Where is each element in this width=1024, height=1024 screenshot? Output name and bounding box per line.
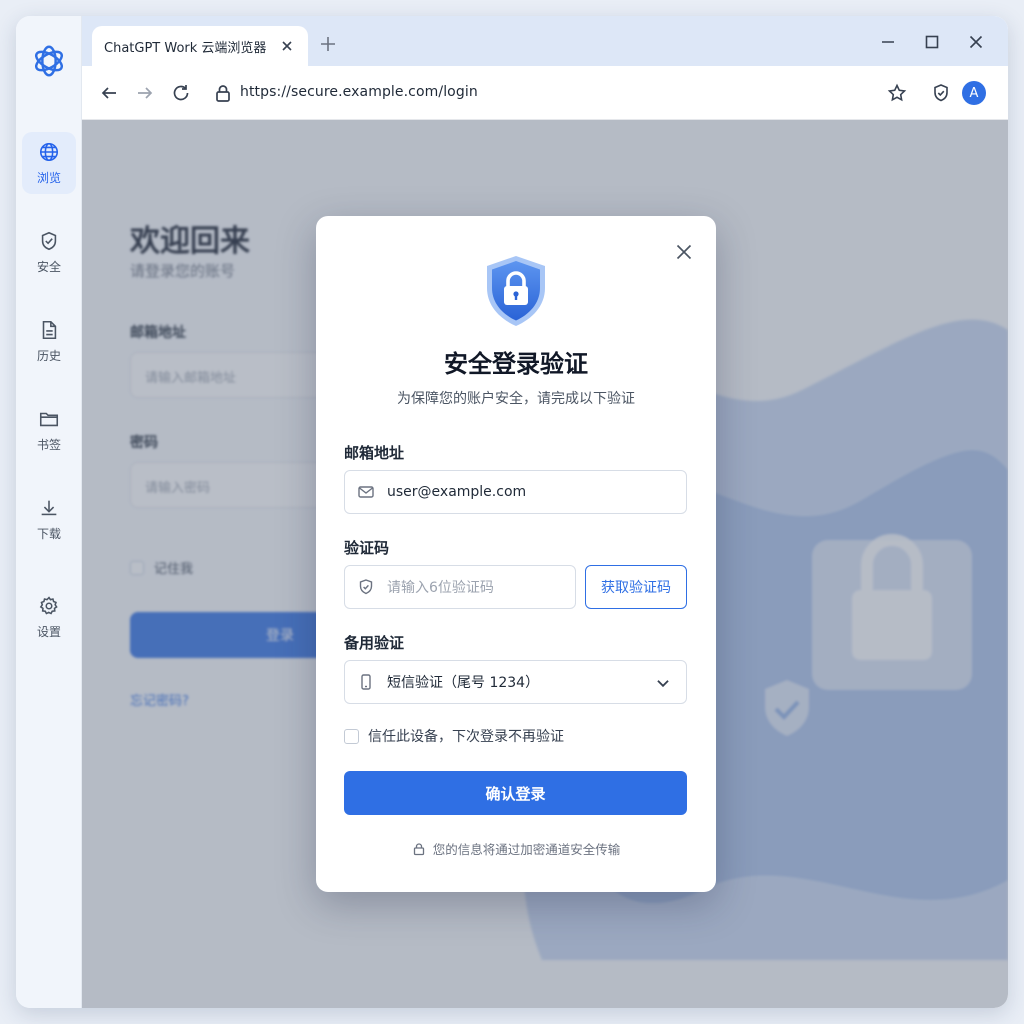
lock-icon: [216, 85, 230, 102]
globe-icon: [39, 142, 59, 161]
close-tab-icon[interactable]: [278, 37, 296, 55]
side-rail: 浏览 安全 历史 书签 下载 设置: [16, 16, 82, 1008]
rail-item-label: 书签: [36, 437, 61, 452]
verification-dialog: 安全登录验证 为保障您的账户安全，请完成以下验证 邮箱地址 user@examp…: [316, 216, 716, 892]
shield-lock-icon: [487, 256, 545, 326]
address-bar[interactable]: https://secure.example.com/login: [240, 84, 478, 100]
rail-item-label: 历史: [36, 348, 61, 363]
maximize-icon[interactable]: [922, 32, 942, 52]
checkbox-box: [344, 728, 359, 744]
shield-check-icon: [359, 579, 373, 595]
trust-device-label: 信任此设备，下次登录不再验证: [368, 729, 564, 745]
close-window-icon[interactable]: [966, 32, 986, 52]
document-icon: [42, 320, 57, 339]
forward-icon[interactable]: [134, 82, 156, 104]
mail-icon: [358, 486, 374, 498]
rail-item-security[interactable]: 安全: [22, 221, 76, 283]
rail-item-label: 下载: [36, 526, 61, 541]
back-icon[interactable]: [98, 82, 120, 104]
folder-icon: [39, 412, 59, 426]
avatar[interactable]: A: [962, 81, 986, 105]
code-placeholder: 请输入6位验证码: [387, 580, 494, 596]
rail-item-browse[interactable]: 浏览: [22, 132, 76, 194]
dialog-title: 安全登录验证: [444, 350, 588, 378]
lock-icon: [413, 842, 424, 855]
confirm-login-button[interactable]: 确认登录: [344, 771, 687, 815]
get-code-button[interactable]: 获取验证码: [585, 565, 687, 609]
close-icon[interactable]: [674, 242, 694, 262]
minimize-icon[interactable]: [878, 32, 898, 52]
rail-item-bookmarks[interactable]: 书签: [22, 399, 76, 461]
tab-active[interactable]: ChatGPT Work 云端浏览器: [92, 26, 308, 66]
secure-note: 您的信息将通过加密通道安全传输: [316, 839, 716, 858]
page-viewport: 欢迎回来 请登录您的账号 邮箱地址 请输入邮箱地址 密码 请输入密码 记住我 登…: [82, 120, 1008, 1008]
reload-icon[interactable]: [170, 82, 192, 104]
trust-device-checkbox[interactable]: 信任此设备，下次登录不再验证: [344, 726, 564, 746]
new-tab-icon[interactable]: [318, 34, 338, 54]
rail-item-history[interactable]: 历史: [22, 310, 76, 372]
shield-check-icon: [41, 231, 57, 250]
backup-method-select[interactable]: 短信验证（尾号 1234）: [344, 660, 687, 704]
shield-icon[interactable]: [930, 82, 952, 104]
browser-window: ChatGPT Work 云端浏览器 https://secure.exampl…: [82, 16, 1008, 1008]
gear-icon: [39, 595, 58, 615]
app-window: 浏览 安全 历史 书签 下载 设置 ChatGPT Work 云端浏览器 htt…: [16, 16, 1008, 1008]
phone-icon: [361, 674, 371, 690]
star-icon[interactable]: [886, 82, 908, 104]
rail-item-label: 设置: [36, 624, 61, 639]
rail-item-settings[interactable]: 设置: [22, 586, 76, 648]
code-input[interactable]: 请输入6位验证码: [344, 565, 576, 609]
rail-item-label: 安全: [36, 259, 61, 274]
code-label: 验证码: [344, 539, 390, 557]
chevron-down-icon: [657, 680, 669, 688]
browser-toolbar: https://secure.example.com/login A: [82, 66, 1008, 120]
backup-selected: 短信验证（尾号 1234）: [387, 675, 540, 691]
rail-item-downloads[interactable]: 下载: [22, 488, 76, 550]
rail-item-label: 浏览: [36, 170, 61, 185]
openai-logo-icon[interactable]: [30, 42, 68, 80]
secure-note-text: 您的信息将通过加密通道安全传输: [432, 842, 621, 857]
email-label: 邮箱地址: [344, 444, 405, 462]
backup-label: 备用验证: [344, 634, 405, 652]
tab-strip: ChatGPT Work 云端浏览器: [82, 16, 1008, 66]
dialog-subtitle: 为保障您的账户安全，请完成以下验证: [397, 391, 635, 407]
download-icon: [41, 500, 57, 515]
email-value: user@example.com: [387, 484, 527, 500]
email-field[interactable]: user@example.com: [344, 470, 687, 514]
tab-title: ChatGPT Work 云端浏览器: [104, 40, 267, 56]
